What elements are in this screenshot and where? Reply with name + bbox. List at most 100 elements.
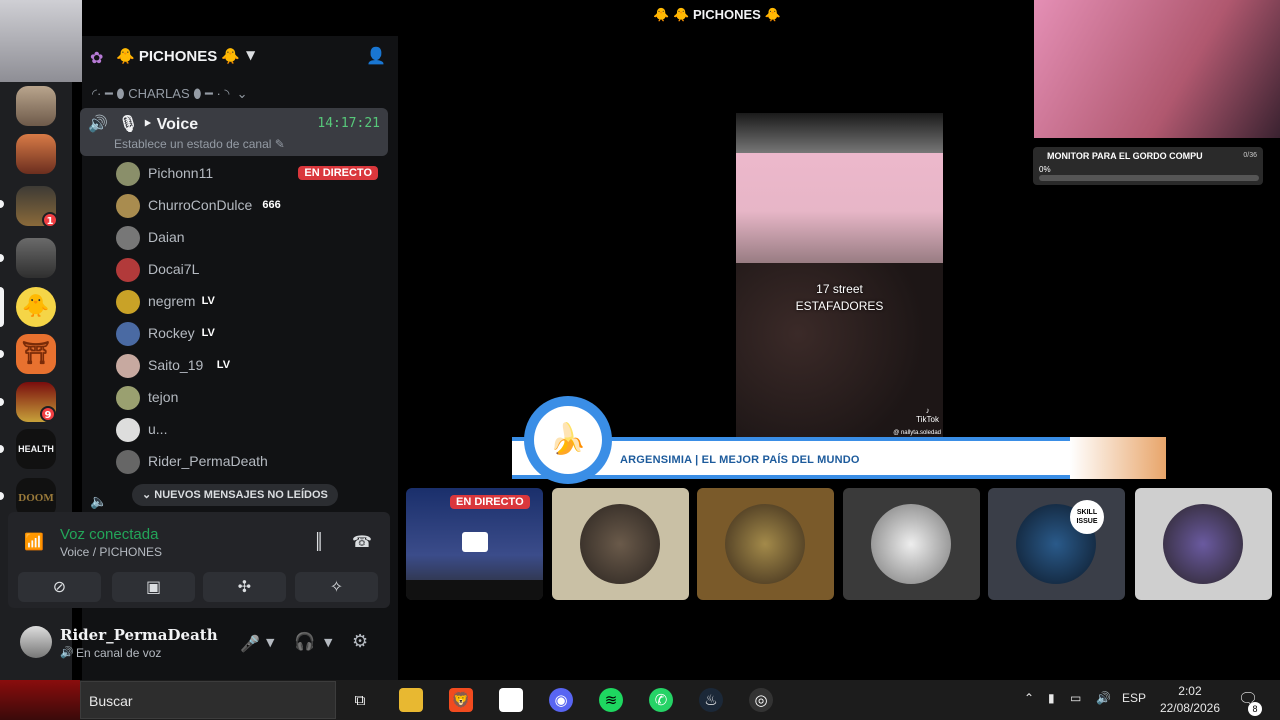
tile-footer bbox=[406, 580, 543, 600]
user-panel: Rider_PermaDeath 🔊 En canal de voz 🎤 ▼ 🎧… bbox=[8, 616, 390, 672]
avatar bbox=[116, 354, 140, 378]
signal-icon: 📶 bbox=[24, 532, 44, 551]
voice-connected-channel[interactable]: Voice / PICHONES bbox=[60, 545, 162, 559]
taskbar-search[interactable]: Buscar bbox=[80, 681, 336, 719]
discord-icon[interactable]: ◉ bbox=[549, 688, 573, 712]
unread-messages-banner[interactable]: ⌄ NUEVOS MENSAJES NO LEÍDOS bbox=[132, 484, 338, 506]
speaker-icon: 🔊 bbox=[88, 114, 108, 133]
member-name: Pichonn11 bbox=[148, 165, 214, 181]
speaker-icon: 🔊 bbox=[60, 646, 74, 659]
chevron-down-icon[interactable]: ▼ bbox=[246, 48, 255, 62]
goal-percent: 0% bbox=[1039, 165, 1051, 174]
member-name: negrem bbox=[148, 293, 196, 309]
category-header[interactable]: ◜· ━ ⬮ CHARLAS ⬮ ━ · ◝ ⌄ bbox=[92, 86, 248, 102]
server-icon[interactable] bbox=[16, 86, 56, 126]
voice-member[interactable]: Saito_19 LV bbox=[116, 352, 386, 380]
participant-tile[interactable]: SKILL ISSUE bbox=[988, 488, 1125, 600]
voice-member[interactable]: Daian bbox=[116, 224, 386, 252]
participant-tile[interactable] bbox=[843, 488, 980, 600]
whatsapp-icon[interactable]: ✆ bbox=[649, 688, 673, 712]
member-name: Saito_19 bbox=[148, 357, 204, 373]
activities-button[interactable]: ✣ bbox=[203, 572, 286, 602]
member-name: u... bbox=[148, 421, 168, 437]
avatar[interactable] bbox=[20, 626, 52, 658]
health-server-icon[interactable]: HEALTH bbox=[16, 429, 56, 469]
volume-icon[interactable]: 🔊 bbox=[1096, 691, 1111, 705]
goal-progress-bar bbox=[1039, 175, 1259, 181]
avatar bbox=[116, 290, 140, 314]
taskbar-thumbnail bbox=[0, 680, 80, 720]
screen-share-button[interactable]: ▣ bbox=[112, 572, 195, 602]
participant-tile[interactable] bbox=[552, 488, 689, 600]
participant-tile[interactable] bbox=[1135, 488, 1272, 600]
chevron-down-icon[interactable]: ▼ bbox=[324, 636, 332, 649]
voice-member[interactable]: negrem LV bbox=[116, 288, 386, 316]
user-status: En canal de voz bbox=[76, 646, 162, 660]
stage-title: 🐥 🐥 PICHONES 🐥 bbox=[653, 7, 781, 22]
unread-pip bbox=[0, 492, 4, 500]
headphones-icon[interactable]: 🎧 bbox=[294, 632, 315, 652]
voice-channel-name: 🎙 ‣ Voice bbox=[118, 116, 199, 133]
server-icon[interactable] bbox=[16, 238, 56, 278]
banana-logo: 🍌 bbox=[524, 396, 612, 484]
stream-video[interactable]: 17 street ESTAFADORES ♪ TikTok @ nallyta.s… bbox=[736, 113, 943, 440]
gear-icon[interactable]: ⚙ bbox=[352, 631, 368, 652]
voice-member[interactable]: Docai7L bbox=[116, 256, 386, 284]
voice-member[interactable]: tejon bbox=[116, 384, 386, 412]
server-name: 🐥 PICHONES 🐥 bbox=[116, 48, 241, 65]
steam-icon[interactable]: ♨ bbox=[699, 688, 723, 712]
disconnect-icon[interactable]: ☎ bbox=[352, 532, 372, 551]
network-icon[interactable]: ▭ bbox=[1070, 691, 1081, 705]
chevron-up-icon[interactable]: ⌃ bbox=[1024, 691, 1034, 705]
usb-icon[interactable]: ▮ bbox=[1048, 691, 1055, 705]
username[interactable]: Rider_PermaDeath bbox=[60, 626, 218, 644]
voice-member[interactable]: u... bbox=[116, 416, 386, 444]
obs-icon[interactable]: ◎ bbox=[749, 688, 773, 712]
soundboard-button[interactable]: ✧ bbox=[295, 572, 378, 602]
avatar bbox=[580, 504, 660, 584]
soundboard-icon[interactable]: ║ bbox=[314, 532, 324, 551]
participant-tile[interactable] bbox=[697, 488, 834, 600]
voice-member[interactable]: ChurroConDulce 666 bbox=[116, 192, 386, 220]
microphone-icon[interactable]: 🎤 bbox=[240, 634, 260, 653]
task-view-icon[interactable]: ⧉ bbox=[348, 688, 372, 712]
webcam-overlay-left bbox=[0, 0, 82, 82]
voice-member[interactable]: Pichonn11 EN DIRECTO bbox=[116, 160, 386, 188]
server-icon[interactable]: ⛩ bbox=[16, 334, 56, 374]
unread-pip bbox=[0, 350, 4, 358]
server-header[interactable]: ✿ 🐥 PICHONES 🐥 ▼ 👤 bbox=[82, 36, 398, 80]
speaker-icon: 🔈 bbox=[90, 494, 108, 510]
member-tag: LV bbox=[201, 295, 215, 307]
mention-badge: 1 bbox=[42, 212, 58, 228]
pichones-server-icon[interactable]: 🐥 bbox=[16, 287, 56, 327]
avatar bbox=[116, 258, 140, 282]
taskbar: Buscar ⧉ 🦁 ◉ ≋ ✆ ♨ ◎ ⌃ ▮ ▭ 🔊 ESP 2:02 22/… bbox=[0, 680, 1280, 720]
avatar bbox=[725, 504, 805, 584]
language-indicator[interactable]: ESP bbox=[1122, 691, 1146, 705]
channel-status[interactable]: Establece un estado de canal ✎ bbox=[114, 137, 285, 151]
clock[interactable]: 2:02 22/08/2026 bbox=[1160, 683, 1220, 717]
chevron-down-icon[interactable]: ▼ bbox=[266, 636, 274, 649]
voice-member[interactable]: Rockey LV bbox=[116, 320, 386, 348]
unread-pip bbox=[0, 398, 4, 406]
unread-pip bbox=[0, 254, 4, 262]
member-name: Docai7L bbox=[148, 261, 200, 277]
voice-connected-label[interactable]: Voz conectada bbox=[60, 526, 158, 543]
mention-badge: 9 bbox=[40, 406, 56, 422]
microsoft-store-icon[interactable] bbox=[499, 688, 523, 712]
camera-button[interactable]: ⊘ bbox=[18, 572, 101, 602]
file-explorer-icon[interactable] bbox=[399, 688, 423, 712]
server-icon[interactable] bbox=[16, 134, 56, 174]
voice-channel-voice[interactable]: 🔊 🎙 ‣ Voice 14:17:21 Establece un estado… bbox=[80, 108, 388, 156]
skill-issue-sticker: SKILL ISSUE bbox=[1070, 500, 1104, 534]
avatar bbox=[116, 194, 140, 218]
notification-count: 8 bbox=[1248, 702, 1262, 716]
stage-area: 🐥 🐥 PICHONES 🐥 MONITOR PARA EL GORDO COM… bbox=[400, 0, 1280, 680]
voice-member[interactable]: Rider_PermaDeath bbox=[116, 448, 386, 476]
live-badge: EN DIRECTO bbox=[450, 495, 530, 509]
invite-user-icon[interactable]: 👤 bbox=[366, 46, 386, 65]
spotify-icon[interactable]: ≋ bbox=[599, 688, 623, 712]
brave-icon[interactable]: 🦁 bbox=[449, 688, 473, 712]
unread-pip bbox=[0, 200, 4, 208]
member-name: tejon bbox=[148, 389, 179, 405]
